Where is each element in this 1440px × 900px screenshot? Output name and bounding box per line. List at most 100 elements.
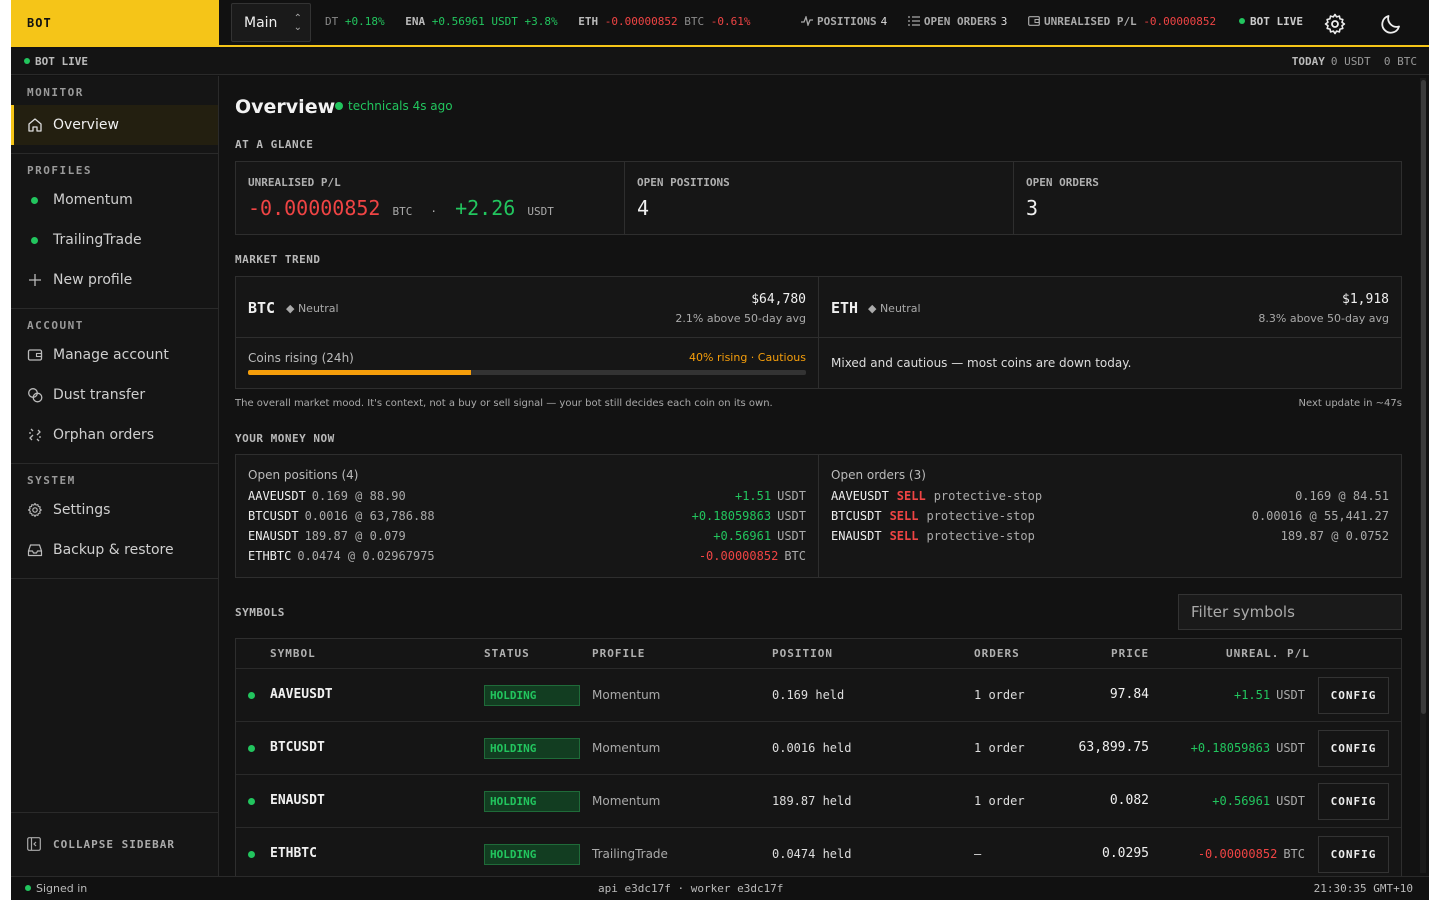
order-type: protective-stop xyxy=(933,489,1043,503)
sidebar-item-manage-account[interactable]: Manage account xyxy=(11,335,218,375)
coins-rising-status: 40% rising · Cautious xyxy=(689,351,806,364)
order-side: SELL xyxy=(889,509,919,523)
row-price: 0.082 xyxy=(1109,793,1149,808)
order-type: protective-stop xyxy=(926,529,1035,543)
build-info: api e3dc17f · worker e3dc17f xyxy=(598,882,784,895)
wallet-icon xyxy=(27,349,43,361)
column-header[interactable]: PROFILE xyxy=(592,647,645,660)
scrollbar-thumb[interactable] xyxy=(1421,80,1426,714)
trend-note: The overall market mood. It's context, n… xyxy=(235,398,773,409)
row-unrealised-pl: +0.56961 USDT xyxy=(1212,794,1305,808)
position-symbol: AAVEUSDT xyxy=(248,489,306,503)
list-icon xyxy=(907,16,920,26)
sidebar-item-label: Momentum xyxy=(53,192,133,208)
column-header[interactable]: PRICE xyxy=(1111,647,1149,660)
row-symbol[interactable]: ENAUSDT xyxy=(270,793,325,808)
position-pl: +0.18059863 USDT xyxy=(692,509,806,523)
bot-status: BOT LIVE xyxy=(24,55,88,68)
row-symbol[interactable]: AAVEUSDT xyxy=(270,687,333,702)
order-detail: 189.87 @ 0.0752 xyxy=(1280,529,1389,543)
gear-icon[interactable] xyxy=(1323,12,1347,36)
sidebar-item-momentum[interactable]: Momentum xyxy=(11,180,218,220)
btc-trend: BTC ◆ Neutral $64,780 2.1% above 50-day … xyxy=(248,292,806,325)
top-bar: BOT Main ⌃ ⌄ DT +0.18% ENA +0.56961 USDT … xyxy=(11,0,1429,47)
signed-in-status: Signed in xyxy=(25,882,87,895)
kpi-unrealised: UNREALISED P/L -0.00000852 BTC · +2.26 U… xyxy=(248,176,554,220)
chevron-updown-icon: ⌃ ⌄ xyxy=(293,13,302,33)
account-select[interactable]: Main ⌃ ⌄ xyxy=(231,3,311,42)
divider xyxy=(818,455,819,577)
row-position: 0.0016 held xyxy=(772,741,852,755)
order-side: SELL xyxy=(896,489,926,503)
position-row: AAVEUSDT 0.169 @ 88.90 +1.51 USDT xyxy=(248,489,806,507)
status-dot xyxy=(31,197,38,204)
sidebar-item-dust-transfer[interactable]: Dust transfer xyxy=(11,375,218,415)
table-row[interactable]: ETHBTC HOLDING TrailingTrade 0.0474 held — 0.… xyxy=(236,827,1401,876)
row-price: 0.0295 xyxy=(1102,846,1149,861)
coins-rising-bar xyxy=(248,370,806,375)
position-pl-value: +0.56961 xyxy=(713,529,772,543)
column-header[interactable]: UNREAL. P/L xyxy=(1226,647,1310,660)
config-button[interactable]: CONFIG xyxy=(1318,836,1389,873)
table-row[interactable]: ENAUSDT HOLDING Momentum 189.87 held 1 order… xyxy=(236,774,1401,827)
sidebar-item-orphan-orders[interactable]: Orphan orders xyxy=(11,415,218,455)
position-pl: +0.56961 USDT xyxy=(713,529,806,543)
config-button[interactable]: CONFIG xyxy=(1318,730,1389,767)
sidebar-item-label: Settings xyxy=(53,502,111,518)
coins-icon xyxy=(28,388,43,403)
section-title-symbols: SYMBOLS xyxy=(235,606,285,619)
position-row: BTCUSDT 0.0016 @ 63,786.88 +0.18059863 USDT xyxy=(248,509,806,527)
sidebar-item-trailingtrade[interactable]: TrailingTrade xyxy=(11,220,218,260)
divider xyxy=(11,578,218,579)
symbols-table: SYMBOL STATUS PROFILE POSITION ORDERS PR… xyxy=(235,638,1402,876)
row-profile: Momentum xyxy=(592,741,661,755)
archive-icon xyxy=(27,544,43,557)
sidebar-item-overview[interactable]: Overview xyxy=(11,105,218,145)
column-header[interactable]: STATUS xyxy=(484,647,530,660)
order-symbol: BTCUSDT xyxy=(831,509,882,523)
column-header[interactable]: ORDERS xyxy=(974,647,1020,660)
position-detail: 0.0016 @ 63,786.88 xyxy=(304,509,435,523)
config-button[interactable]: CONFIG xyxy=(1318,677,1389,714)
positions-stat[interactable]: POSITIONS 4 xyxy=(801,14,887,28)
position-row: ETHBTC 0.0474 @ 0.02967975 -0.00000852 BTC xyxy=(248,549,806,567)
unrealised-btc-value: -0.00000852 xyxy=(248,196,381,220)
sidebar-item-label: Dust transfer xyxy=(53,387,146,403)
column-header[interactable]: SYMBOL xyxy=(270,647,316,660)
unrealised-stat[interactable]: UNREALISED P/L -0.00000852 xyxy=(1028,15,1239,28)
brand-logo[interactable]: BOT xyxy=(11,0,219,47)
kpi-open-orders[interactable]: OPEN ORDERS 3 xyxy=(1014,162,1402,234)
position-pl-unit: BTC xyxy=(784,549,806,563)
sidebar-item-settings[interactable]: Settings xyxy=(11,490,218,530)
sidebar-collapse-icon xyxy=(27,837,41,851)
position-detail: 0.169 @ 88.90 xyxy=(311,489,406,503)
order-row: AAVEUSDT SELL protective-stop 0.169 @ 84.51 xyxy=(831,489,1389,507)
plus-icon xyxy=(29,274,41,286)
sidebar-item-backup-restore[interactable]: Backup & restore xyxy=(11,530,218,570)
row-symbol[interactable]: BTCUSDT xyxy=(270,740,325,755)
row-position: 0.0474 held xyxy=(772,847,852,861)
column-header[interactable]: POSITION xyxy=(772,647,833,660)
price-ticker: DT +0.18% ENA +0.56961 USDT +3.8% ETH -0… xyxy=(325,15,790,31)
row-profile: Momentum xyxy=(592,688,661,702)
page-title: Overview xyxy=(235,96,336,118)
sidebar-item-new-profile[interactable]: New profile xyxy=(11,260,218,300)
order-row: BTCUSDT SELL protective-stop 0.00016 @ 55,4… xyxy=(831,509,1389,527)
row-symbol[interactable]: ETHBTC xyxy=(270,846,317,861)
filter-symbols-input[interactable]: Filter symbols xyxy=(1178,594,1402,630)
collapse-sidebar-button[interactable]: COLLAPSE SIDEBAR xyxy=(11,812,218,876)
gear-icon xyxy=(27,502,42,518)
moon-icon[interactable] xyxy=(1379,12,1403,36)
config-button[interactable]: CONFIG xyxy=(1318,783,1389,820)
order-detail: 0.00016 @ 55,441.27 xyxy=(1251,509,1389,523)
section-title-trend: MARKET TREND xyxy=(235,253,321,266)
orders-stat[interactable]: OPEN ORDERS 3 xyxy=(907,15,1007,28)
kpi-open-positions[interactable]: OPEN POSITIONS 4 xyxy=(625,162,1013,234)
row-pl-value: -0.00000852 xyxy=(1197,847,1278,861)
order-type: protective-stop xyxy=(926,509,1035,523)
table-row[interactable]: BTCUSDT HOLDING Momentum 0.0016 held 1 order… xyxy=(236,721,1401,774)
table-row[interactable]: AAVEUSDT HOLDING Momentum 0.169 held 1 order… xyxy=(236,668,1401,721)
today-summary: TODAY 0 USDT 0 BTC xyxy=(1291,55,1417,68)
order-side: SELL xyxy=(889,529,919,543)
row-pl-value: +0.56961 xyxy=(1212,794,1271,808)
